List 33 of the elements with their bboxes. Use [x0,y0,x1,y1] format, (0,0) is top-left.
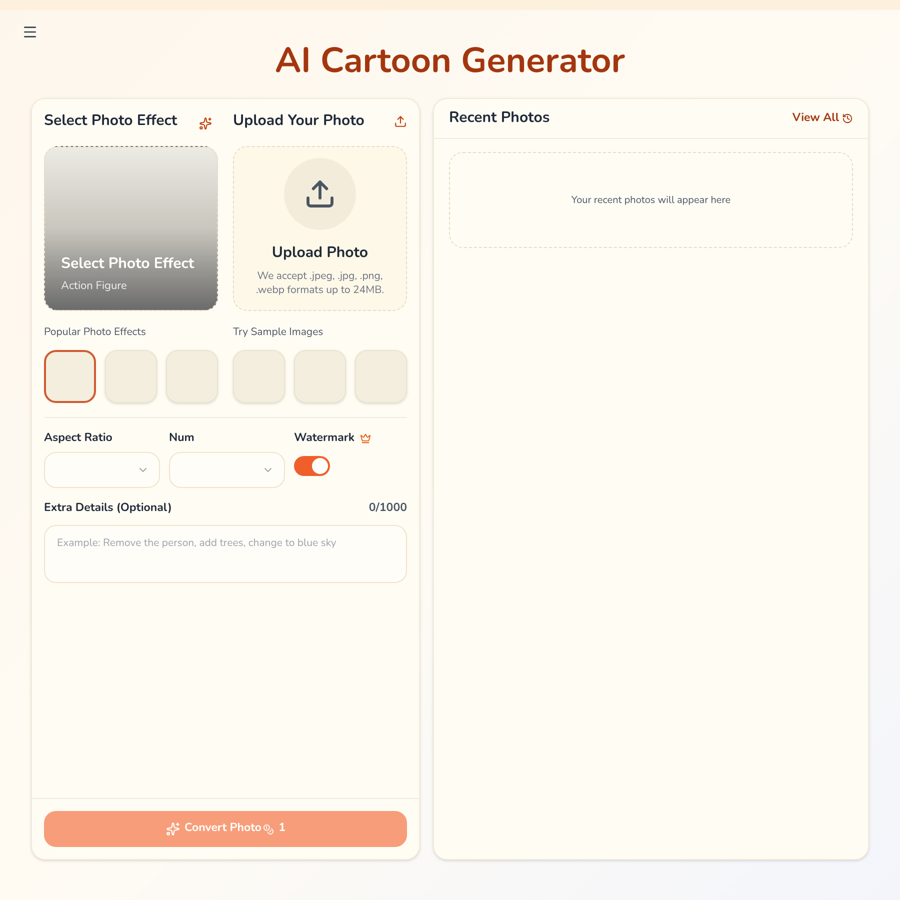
section-label: Try Sample Images [233,324,324,340]
upload-hint: We accept .jpeg, .jpg, .png, .webp formats up to 24MB. [255,268,385,296]
effect-name: Select Photo Effect [61,254,196,274]
field-label: Aspect Ratio [44,430,114,447]
sample-thumbnail[interactable] [355,350,407,403]
num-select[interactable] [169,452,285,488]
empty-message: Your recent photos will appear here [571,192,731,208]
upload-dropzone[interactable]: Upload Photo We accept .jpeg, .jpg, .png, .webp formats up to 24MB. [233,146,407,311]
section-title: Select Photo Effect [44,110,178,132]
sparkles-icon [199,116,212,130]
section-title: Upload Your Photo [233,110,364,132]
section-label: Popular Photo Effects [44,324,147,340]
panel-title: Recent Photos [449,107,550,130]
history-icon [842,113,853,124]
page-title: AI Cartoon Generator [275,42,625,82]
field-label: Watermark [294,430,355,447]
upload-icon[interactable] [394,114,407,128]
sparkles-icon [166,822,180,836]
coins-icon [262,824,274,834]
field-label: Extra Details (Optional) [44,500,172,518]
effect-style: Action Figure [61,278,128,294]
watermark-toggle[interactable] [294,456,330,476]
character-counter: 0/1000 [368,500,407,518]
aspect-ratio-select[interactable] [44,452,160,488]
view-all-link[interactable]: View All [792,110,853,128]
sample-thumbnail[interactable] [233,350,285,403]
field-label: Num [169,430,196,447]
upload-heading: Upload Photo [272,242,368,264]
crown-icon [360,432,371,444]
effect-thumbnail[interactable] [44,350,96,403]
menu-icon[interactable] [22,24,38,40]
extra-details-field[interactable]: Example: Remove the person, add trees, change to blue sky [44,525,407,584]
sample-thumbnail[interactable] [294,350,346,403]
